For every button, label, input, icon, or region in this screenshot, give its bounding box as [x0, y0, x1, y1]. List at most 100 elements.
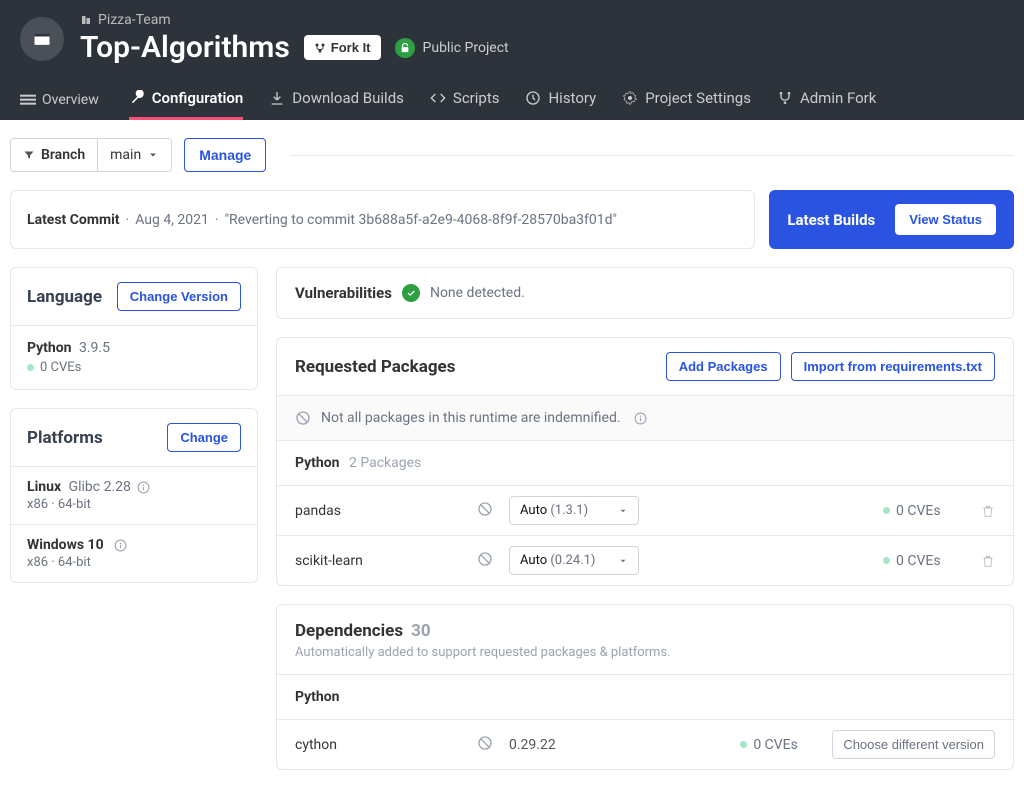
- fork-icon: [314, 42, 326, 54]
- status-dot: [740, 741, 747, 748]
- branch-label-pill: Branch: [11, 139, 98, 171]
- platform-name: Linux: [27, 479, 61, 495]
- dependencies-subtitle: Automatically added to support requested…: [295, 645, 995, 660]
- manage-button[interactable]: Manage: [184, 138, 266, 172]
- indemnification-notice: Not all packages in this runtime are ind…: [277, 395, 1013, 441]
- project-icon: [32, 29, 52, 49]
- tab-configuration-label: Configuration: [152, 89, 244, 107]
- chevron-down-icon: [618, 556, 628, 566]
- add-packages-button[interactable]: Add Packages: [666, 352, 781, 381]
- package-name[interactable]: pandas: [295, 503, 465, 519]
- platform-extra: Glibc 2.28: [69, 479, 131, 495]
- choose-version-button[interactable]: Choose different version: [832, 730, 995, 759]
- latest-builds: Latest Builds View Status: [769, 190, 1014, 249]
- tab-admin-fork-label: Admin Fork: [800, 89, 876, 107]
- dependency-name[interactable]: cython: [295, 737, 465, 753]
- wrench-icon: [129, 90, 145, 106]
- visibility-badge: [395, 38, 415, 58]
- platform-item: Linux Glibc 2.28 x86 · 64-bit: [11, 467, 257, 525]
- menu-button[interactable]: Overview: [20, 82, 99, 118]
- chevron-down-icon: [147, 149, 159, 161]
- packages-card: Requested Packages Add Packages Import f…: [276, 337, 1014, 586]
- platform-arch: x86 · 64-bit: [27, 555, 241, 570]
- branch-dropdown[interactable]: main: [98, 139, 171, 171]
- right-column: Vulnerabilities None detected. Requested…: [276, 267, 1014, 770]
- platforms-card: Platforms Change Linux Glibc 2.28 x86 · …: [10, 408, 258, 583]
- gear-icon: [622, 90, 638, 106]
- tabs: Overview Configuration Download Builds S…: [20, 79, 1004, 120]
- packages-count: 2 Packages: [349, 455, 421, 471]
- status-dot: [883, 557, 890, 564]
- delete-package[interactable]: [975, 554, 995, 568]
- language-card-head: Language Change Version: [11, 268, 257, 326]
- dependencies-count: 30: [411, 621, 431, 641]
- select-value: (0.24.1): [550, 553, 595, 568]
- tab-overview-label: Overview: [42, 92, 99, 108]
- vulnerabilities-title: Vulnerabilities: [295, 284, 392, 302]
- language-name: Python: [27, 340, 72, 356]
- change-version-button[interactable]: Change Version: [117, 282, 241, 311]
- info-icon[interactable]: [114, 539, 127, 552]
- tab-downloads[interactable]: Download Builds: [269, 79, 404, 120]
- package-cves: 0 CVEs: [883, 553, 963, 569]
- project-name: Top-Algorithms: [80, 30, 290, 65]
- indemnify-icon: [477, 551, 493, 567]
- fork-label: Fork It: [331, 40, 371, 55]
- branch-current: main: [110, 147, 141, 163]
- indemnify-icon: [477, 501, 493, 517]
- tab-history[interactable]: History: [525, 79, 596, 120]
- packages-buttons: Add Packages Import from requirements.tx…: [666, 352, 995, 381]
- package-cves: 0 CVEs: [883, 503, 963, 519]
- left-column: Language Change Version Python 3.9.5 0 C…: [10, 267, 258, 583]
- select-value: (1.3.1): [550, 503, 588, 518]
- packages-head: Requested Packages Add Packages Import f…: [277, 338, 1013, 395]
- info-icon[interactable]: [634, 412, 647, 425]
- dependencies-title: Dependencies: [295, 621, 403, 641]
- dependencies-head: Dependencies 30 Automatically added to s…: [277, 605, 1013, 675]
- package-cves-label: 0 CVEs: [896, 553, 941, 569]
- project-avatar[interactable]: [20, 17, 64, 61]
- org-icon: [80, 14, 92, 26]
- filter-icon: [23, 149, 35, 161]
- tab-settings[interactable]: Project Settings: [622, 79, 751, 120]
- tab-admin-fork[interactable]: Admin Fork: [777, 79, 876, 120]
- vulnerabilities-card: Vulnerabilities None detected.: [276, 267, 1014, 319]
- check-circle: [402, 284, 420, 302]
- tab-scripts-label: Scripts: [453, 89, 500, 107]
- branch-label: Branch: [41, 147, 85, 163]
- status-dot: [883, 507, 890, 514]
- info-icon[interactable]: [137, 481, 150, 494]
- change-platforms-button[interactable]: Change: [167, 423, 241, 452]
- dependencies-card: Dependencies 30 Automatically added to s…: [276, 604, 1014, 770]
- team-name[interactable]: Pizza-Team: [80, 12, 509, 28]
- fork-button[interactable]: Fork It: [304, 35, 381, 60]
- select-prefix: Auto: [520, 553, 547, 568]
- package-name[interactable]: scikit-learn: [295, 553, 465, 569]
- latest-commit: Latest Commit · Aug 4, 2021 · "Reverting…: [10, 190, 755, 249]
- dependency-cves: 0 CVEs: [740, 737, 820, 753]
- language-body: Python 3.9.5 0 CVEs: [11, 326, 257, 389]
- packages-lang: Python: [295, 455, 340, 471]
- tab-scripts[interactable]: Scripts: [430, 79, 500, 120]
- code-icon: [430, 90, 446, 106]
- platforms-card-head: Platforms Change: [11, 409, 257, 467]
- commit-date: Aug 4, 2021: [135, 212, 209, 228]
- tab-configuration[interactable]: Configuration: [129, 79, 244, 120]
- import-requirements-button[interactable]: Import from requirements.txt: [791, 352, 995, 381]
- packages-title: Requested Packages: [295, 357, 455, 377]
- dependencies-section-head: Python: [277, 675, 1013, 720]
- project-row: Top-Algorithms Fork It Public Project: [80, 30, 509, 65]
- view-status-button[interactable]: View Status: [895, 204, 996, 235]
- commit-builds-row: Latest Commit · Aug 4, 2021 · "Reverting…: [10, 190, 1014, 249]
- version-select[interactable]: Auto (1.3.1): [509, 496, 639, 525]
- version-select[interactable]: Auto (0.24.1): [509, 546, 639, 575]
- visibility-label: Public Project: [423, 40, 509, 56]
- branch-row: Branch main Manage: [10, 138, 1014, 172]
- delete-package[interactable]: [975, 504, 995, 518]
- notice-text: Not all packages in this runtime are ind…: [321, 410, 621, 426]
- download-icon: [269, 90, 285, 106]
- packages-section-head: Python 2 Packages: [277, 441, 1013, 486]
- team-name-label: Pizza-Team: [98, 12, 171, 28]
- status-dot: [27, 364, 34, 371]
- visibility: Public Project: [395, 38, 509, 58]
